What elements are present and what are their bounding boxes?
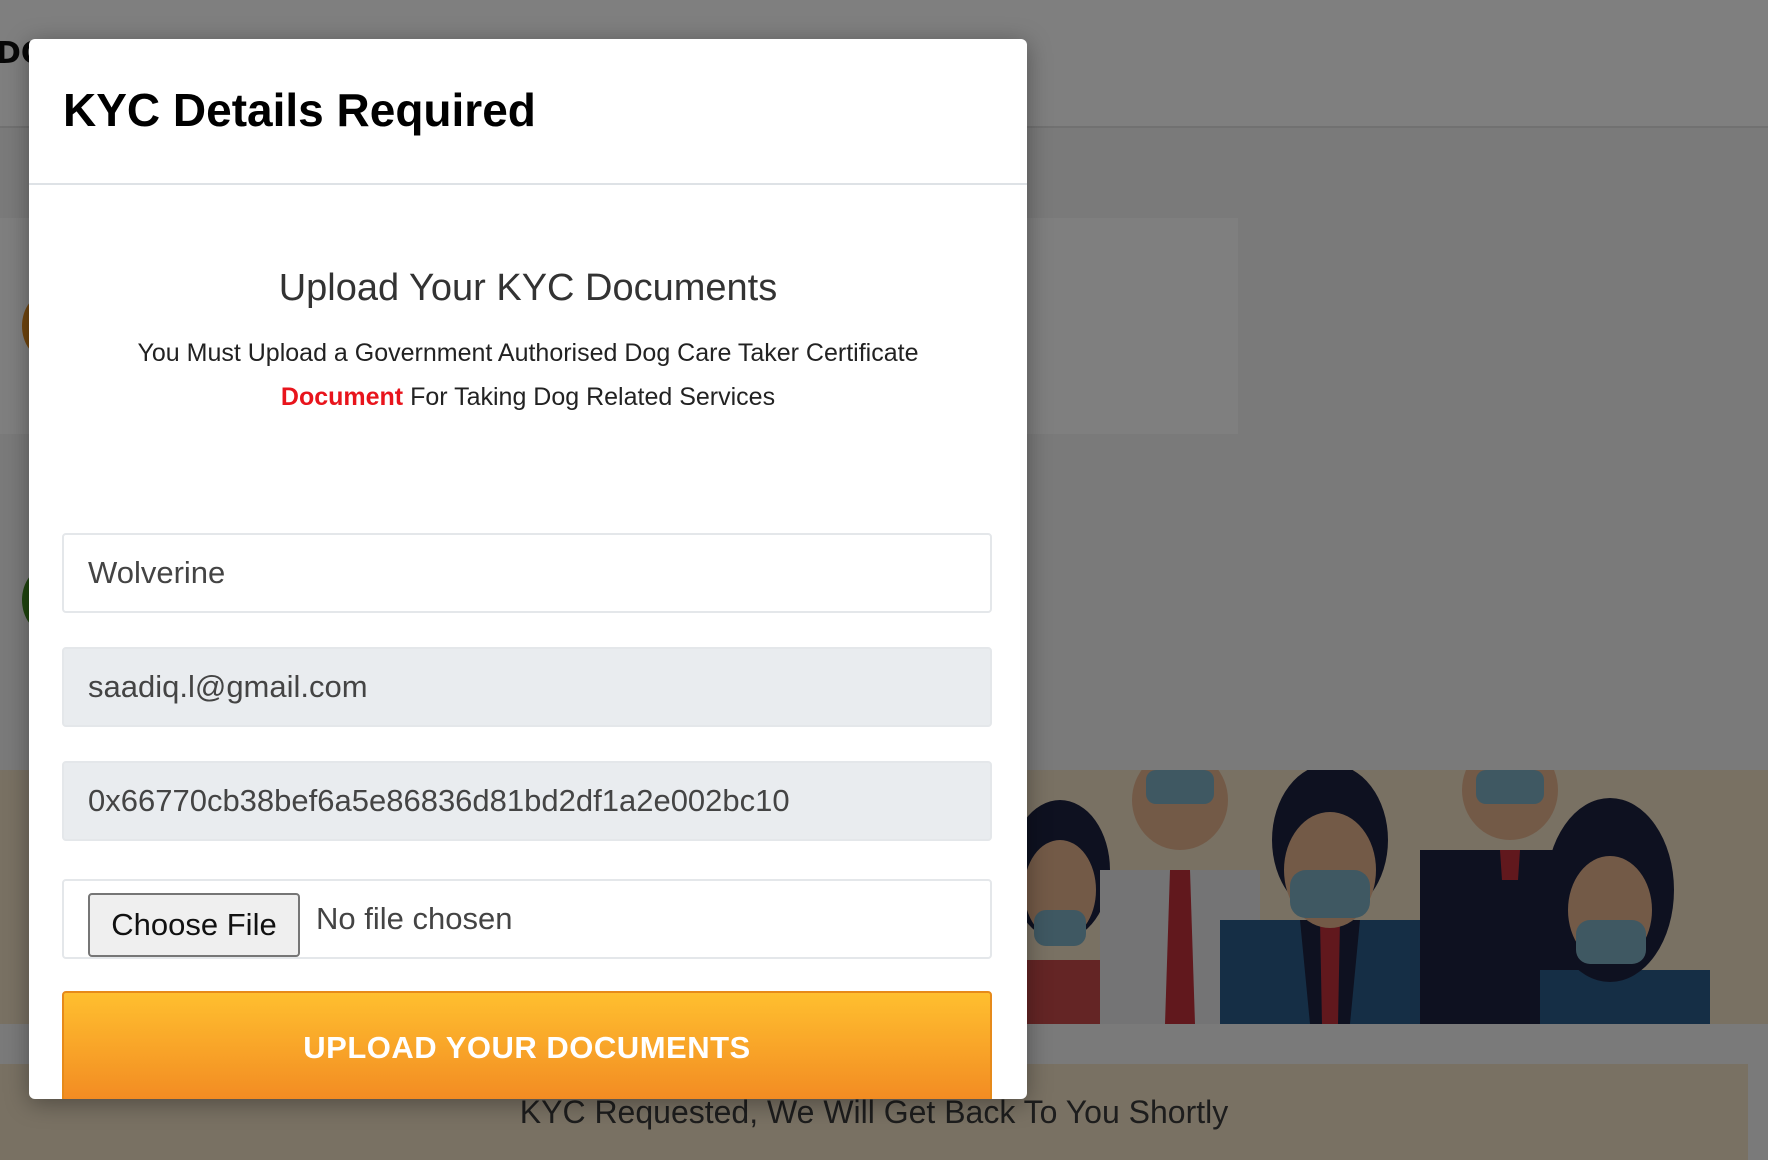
description-line2: For Taking Dog Related Services: [403, 383, 776, 411]
email-field[interactable]: [62, 647, 992, 727]
description-line1: You Must Upload a Government Authorised …: [137, 339, 919, 367]
wallet-address-field[interactable]: [62, 761, 992, 841]
name-input[interactable]: [62, 533, 992, 613]
modal-title: KYC Details Required: [63, 84, 536, 136]
file-status-text: No file chosen: [316, 901, 513, 936]
choose-file-button[interactable]: Choose File: [88, 893, 300, 957]
description-highlight: Document: [280, 383, 404, 411]
upload-heading: Upload Your KYC Documents: [278, 267, 778, 309]
upload-description: You Must Upload a Government Authorised …: [89, 331, 967, 419]
upload-documents-button[interactable]: UPLOAD YOUR DOCUMENTS: [62, 991, 992, 1099]
modal-header: KYC Details Required: [29, 39, 1027, 185]
file-upload-field[interactable]: Choose File No file chosen: [62, 879, 992, 959]
kyc-modal: KYC Details Required Upload Your KYC Doc…: [29, 39, 1027, 1099]
